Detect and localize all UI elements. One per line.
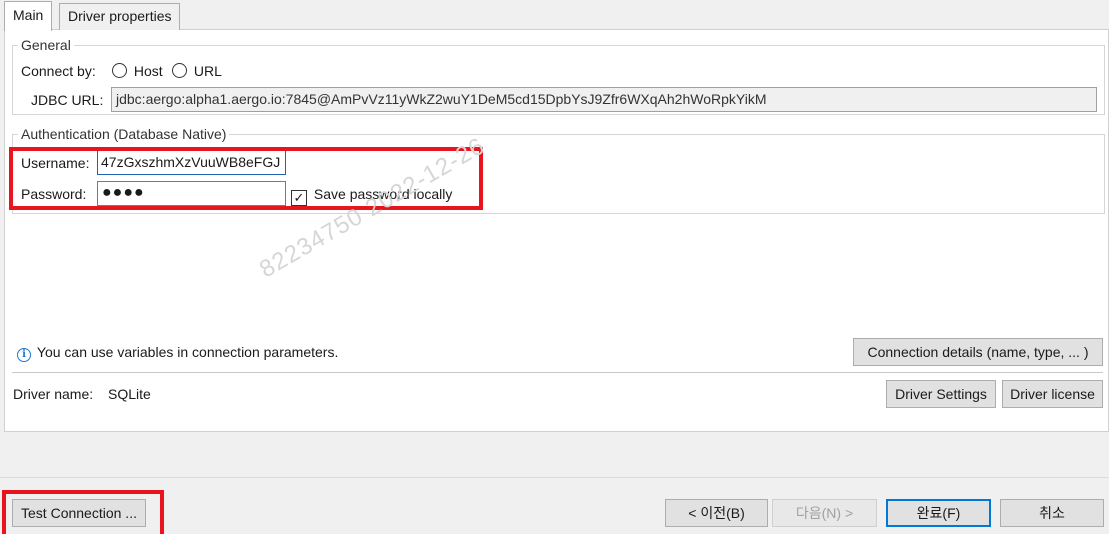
tab-main[interactable]: Main: [4, 1, 53, 31]
info-text: You can use variables in connection para…: [36, 344, 339, 360]
general-legend: General: [21, 37, 71, 53]
auth-legend: Authentication (Database Native): [21, 126, 227, 142]
connect-by-label: Connect by:: [21, 63, 96, 79]
next-button-label: 다음(N) >: [795, 505, 854, 521]
driver-settings-label: Driver Settings: [895, 386, 987, 402]
jdbc-url-value: jdbc:aergo:alpha1.aergo.io:7845@AmPvVz11…: [116, 91, 767, 107]
connect-by-host-radio[interactable]: Host: [112, 63, 163, 79]
back-button-label: < 이전(B): [688, 505, 745, 521]
info-icon: i: [17, 348, 31, 362]
driver-license-label: Driver license: [1010, 386, 1095, 402]
tab-main-label: Main: [13, 7, 44, 23]
footer-separator: [0, 477, 1109, 478]
separator-line: [12, 372, 1103, 373]
host-radio-label: Host: [133, 63, 163, 79]
driver-name-label: Driver name:: [13, 386, 94, 402]
jdbc-url-field[interactable]: jdbc:aergo:alpha1.aergo.io:7845@AmPvVz11…: [111, 87, 1097, 112]
tab-driver-properties[interactable]: Driver properties: [59, 3, 181, 30]
driver-name-value: SQLite: [108, 386, 151, 402]
next-button[interactable]: 다음(N) >: [772, 499, 877, 527]
finish-button[interactable]: 완료(F): [886, 499, 991, 527]
driver-license-button[interactable]: Driver license: [1002, 380, 1103, 408]
tab-driver-properties-label: Driver properties: [68, 8, 172, 24]
connection-details-label: Connection details (name, type, ... ): [867, 344, 1089, 360]
jdbc-url-label: JDBC URL:: [31, 92, 104, 108]
info-message: i You can use variables in connection pa…: [17, 344, 338, 362]
connect-by-url-radio[interactable]: URL: [172, 63, 222, 79]
back-button[interactable]: < 이전(B): [665, 499, 768, 527]
url-radio-label: URL: [193, 63, 222, 79]
driver-settings-button[interactable]: Driver Settings: [886, 380, 996, 408]
connection-details-button[interactable]: Connection details (name, type, ... ): [853, 338, 1103, 366]
cancel-button[interactable]: 취소: [1000, 499, 1104, 527]
cancel-button-label: 취소: [1039, 505, 1065, 521]
finish-button-label: 완료(F): [916, 505, 961, 521]
host-radio-circle: [112, 63, 127, 78]
test-connection-highlight-box: [2, 490, 164, 534]
url-radio-circle: [172, 63, 187, 78]
